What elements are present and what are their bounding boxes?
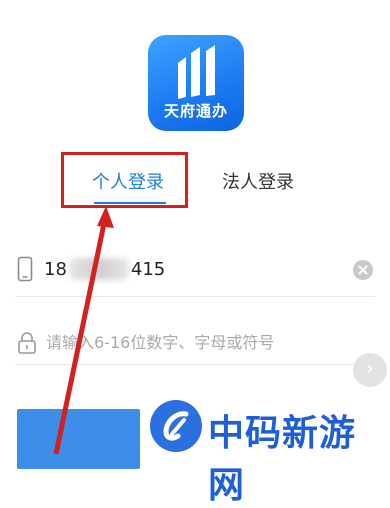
login-button[interactable] [17, 409, 140, 469]
phone-icon [17, 256, 33, 282]
password-field[interactable] [46, 330, 346, 354]
password-divider [15, 364, 375, 365]
watermark-text: 中码新游网 [208, 413, 357, 506]
lock-icon [18, 332, 36, 354]
annotation-highlight-box [61, 152, 188, 208]
phone-suffix: 415 [130, 258, 166, 280]
phone-prefix: 18 [44, 258, 67, 280]
logo-text: 天府通办 [163, 102, 228, 120]
chevron-right-icon: › [366, 358, 374, 379]
watermark-logo-icon [150, 400, 202, 452]
phone-divider [15, 296, 375, 297]
watermark: 中码新游网 [150, 398, 390, 506]
phone-masked-digits [68, 258, 129, 280]
app-logo: 天府通办 [148, 35, 244, 131]
next-arrow-button[interactable]: › [353, 353, 387, 387]
phone-field[interactable]: 18 415 [44, 258, 165, 280]
clear-icon[interactable] [352, 259, 374, 281]
tab-legal-login[interactable]: 法人登录 [222, 168, 294, 194]
